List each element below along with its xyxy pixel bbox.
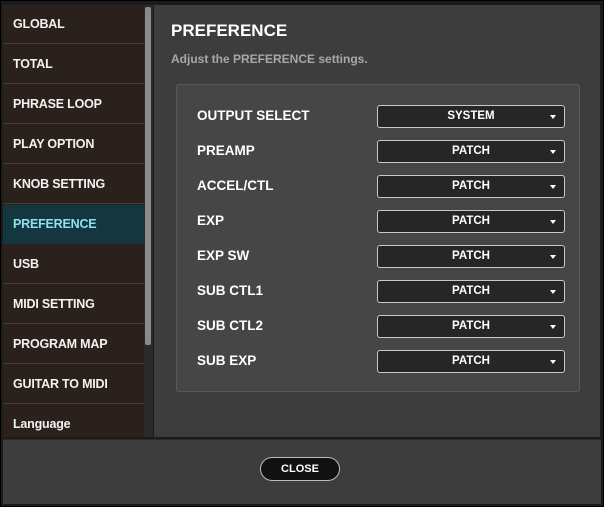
- dropdown-value: PATCH: [452, 215, 490, 227]
- sidebar-item-preference[interactable]: PREFERENCE: [3, 205, 144, 244]
- dropdown-value: PATCH: [452, 285, 490, 297]
- setting-label-accel-ctl: ACCEL/CTL: [197, 178, 274, 193]
- sidebar-item-usb[interactable]: USB: [3, 245, 144, 284]
- chevron-down-icon: [550, 255, 556, 259]
- sidebar-item-total[interactable]: TOTAL: [3, 45, 144, 84]
- setting-label-sub-ctl2: SUB CTL2: [197, 318, 264, 333]
- dropdown-value: PATCH: [452, 355, 490, 367]
- output-select-dropdown[interactable]: SYSTEM: [377, 105, 565, 128]
- setting-label-exp: EXP: [197, 213, 225, 228]
- sidebar-item-guitar-to-midi[interactable]: GUITAR TO MIDI: [3, 365, 144, 404]
- setting-label-output-select: OUTPUT SELECT: [197, 108, 310, 123]
- chevron-down-icon: [550, 185, 556, 189]
- page-subtitle: Adjust the PREFERENCE settings.: [171, 52, 368, 66]
- chevron-down-icon: [550, 360, 556, 364]
- chevron-down-icon: [550, 325, 556, 329]
- sub-ctl2-dropdown[interactable]: PATCH: [377, 315, 565, 338]
- dropdown-value: SYSTEM: [447, 110, 495, 122]
- exp-dropdown[interactable]: PATCH: [377, 210, 565, 233]
- dropdown-value: PATCH: [452, 145, 490, 157]
- page-title: PREFERENCE: [171, 21, 288, 40]
- dropdown-value: PATCH: [452, 250, 490, 262]
- content-area: PREFERENCE Adjust the PREFERENCE setting…: [154, 5, 600, 437]
- sidebar-item-program-map[interactable]: PROGRAM MAP: [3, 325, 144, 364]
- dropdown-value: PATCH: [452, 180, 490, 192]
- sidebar-item-play-option[interactable]: PLAY OPTION: [3, 125, 144, 164]
- scrollbar-thumb[interactable]: [145, 7, 151, 345]
- dropdown-value: PATCH: [452, 320, 490, 332]
- sidebar-item-global[interactable]: GLOBAL: [3, 5, 144, 44]
- settings-panel: OUTPUT SELECT SYSTEM PREAMP PATCH ACCEL/…: [176, 84, 580, 392]
- sub-ctl1-dropdown[interactable]: PATCH: [377, 280, 565, 303]
- chevron-down-icon: [550, 150, 556, 154]
- setting-label-preamp: PREAMP: [197, 143, 255, 158]
- chevron-down-icon: [550, 290, 556, 294]
- sub-exp-dropdown[interactable]: PATCH: [377, 350, 565, 373]
- close-button[interactable]: CLOSE: [260, 457, 340, 481]
- sidebar-item-phrase-loop[interactable]: PHRASE LOOP: [3, 85, 144, 124]
- chevron-down-icon: [550, 115, 556, 119]
- setting-label-sub-ctl1: SUB CTL1: [197, 283, 264, 298]
- preference-dialog: GLOBAL TOTAL PHRASE LOOP PLAY OPTION KNO…: [0, 0, 604, 507]
- sidebar-item-midi-setting[interactable]: MIDI SETTING: [3, 285, 144, 324]
- exp-sw-dropdown[interactable]: PATCH: [377, 245, 565, 268]
- chevron-down-icon: [550, 220, 556, 224]
- sidebar-item-knob-setting[interactable]: KNOB SETTING: [3, 165, 144, 204]
- setting-label-exp-sw: EXP SW: [197, 248, 250, 263]
- sidebar-scrollbar[interactable]: [144, 5, 153, 437]
- setting-label-sub-exp: SUB EXP: [197, 353, 257, 368]
- accel-ctl-dropdown[interactable]: PATCH: [377, 175, 565, 198]
- preamp-dropdown[interactable]: PATCH: [377, 140, 565, 163]
- dialog-footer: CLOSE: [3, 439, 601, 504]
- sidebar: GLOBAL TOTAL PHRASE LOOP PLAY OPTION KNO…: [3, 5, 144, 437]
